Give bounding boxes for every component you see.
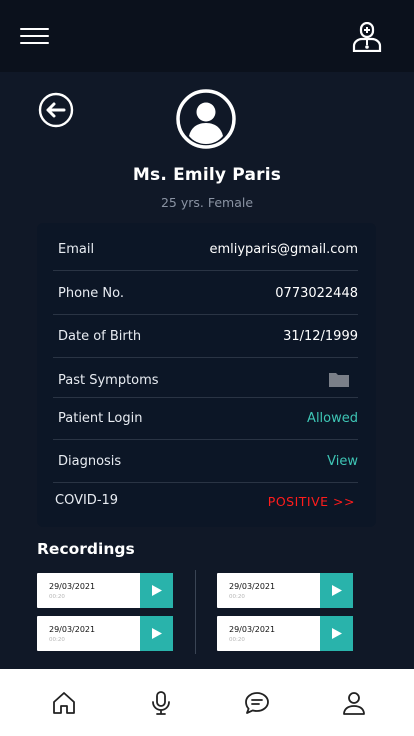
play-button[interactable] <box>140 616 173 651</box>
phone-value: 0773022448 <box>275 286 358 301</box>
play-icon <box>332 628 342 639</box>
phone-label: Phone No. <box>58 286 124 301</box>
divider <box>53 314 358 315</box>
divider <box>53 357 358 358</box>
email-label: Email <box>58 242 95 257</box>
recording-date: 29/03/2021 <box>229 625 276 634</box>
avatar <box>176 89 236 149</box>
recordings-title: Recordings <box>37 540 135 558</box>
patient-login-label: Patient Login <box>58 411 143 426</box>
patient-login-status[interactable]: Allowed <box>307 411 358 426</box>
doctor-icon[interactable] <box>352 22 382 52</box>
recording-date: 29/03/2021 <box>49 625 96 634</box>
hamburger-menu-icon[interactable] <box>20 28 49 45</box>
covid-label: COVID-19 <box>55 493 119 508</box>
diagnosis-label: Diagnosis <box>58 454 122 469</box>
play-button[interactable] <box>140 573 173 608</box>
patient-age-gender: 25 yrs. Female <box>160 195 254 210</box>
email-value: emliyparis@gmail.com <box>209 242 358 257</box>
recording-duration: 00:20 <box>49 637 65 643</box>
recording-item[interactable]: 29/03/2021 00:20 <box>37 616 173 651</box>
top-bar <box>0 0 414 72</box>
bottom-navigation <box>0 669 414 736</box>
divider <box>53 397 358 398</box>
diagnosis-view-link[interactable]: View <box>327 454 358 469</box>
recording-item[interactable]: 29/03/2021 00:20 <box>37 573 173 608</box>
patient-details-card: Email emliyparis@gmail.com Phone No. 077… <box>37 223 376 527</box>
patient-name: Ms. Emily Paris <box>132 165 282 185</box>
recording-item[interactable]: 29/03/2021 00:20 <box>217 573 353 608</box>
recording-duration: 00:20 <box>49 594 65 600</box>
divider <box>53 439 358 440</box>
play-icon <box>152 628 162 639</box>
recordings-divider <box>195 570 196 654</box>
dob-label: Date of Birth <box>58 329 142 344</box>
profile-icon[interactable] <box>341 690 367 716</box>
play-button[interactable] <box>320 573 353 608</box>
dob-value: 31/12/1999 <box>283 329 358 344</box>
play-icon <box>332 585 342 596</box>
covid-status-link[interactable]: POSITIVE >> <box>268 494 355 509</box>
divider <box>53 270 358 271</box>
recording-duration: 00:20 <box>229 594 245 600</box>
recording-duration: 00:20 <box>229 637 245 643</box>
recording-date: 29/03/2021 <box>49 582 96 591</box>
play-icon <box>152 585 162 596</box>
recording-date: 29/03/2021 <box>229 582 276 591</box>
home-icon[interactable] <box>51 690 77 716</box>
divider <box>53 482 358 483</box>
play-button[interactable] <box>320 616 353 651</box>
folder-icon[interactable] <box>329 372 349 387</box>
microphone-icon[interactable] <box>148 690 174 716</box>
past-symptoms-label: Past Symptoms <box>58 373 159 388</box>
chat-icon[interactable] <box>244 690 270 716</box>
recording-item[interactable]: 29/03/2021 00:20 <box>217 616 353 651</box>
back-arrow-icon[interactable] <box>38 92 74 128</box>
